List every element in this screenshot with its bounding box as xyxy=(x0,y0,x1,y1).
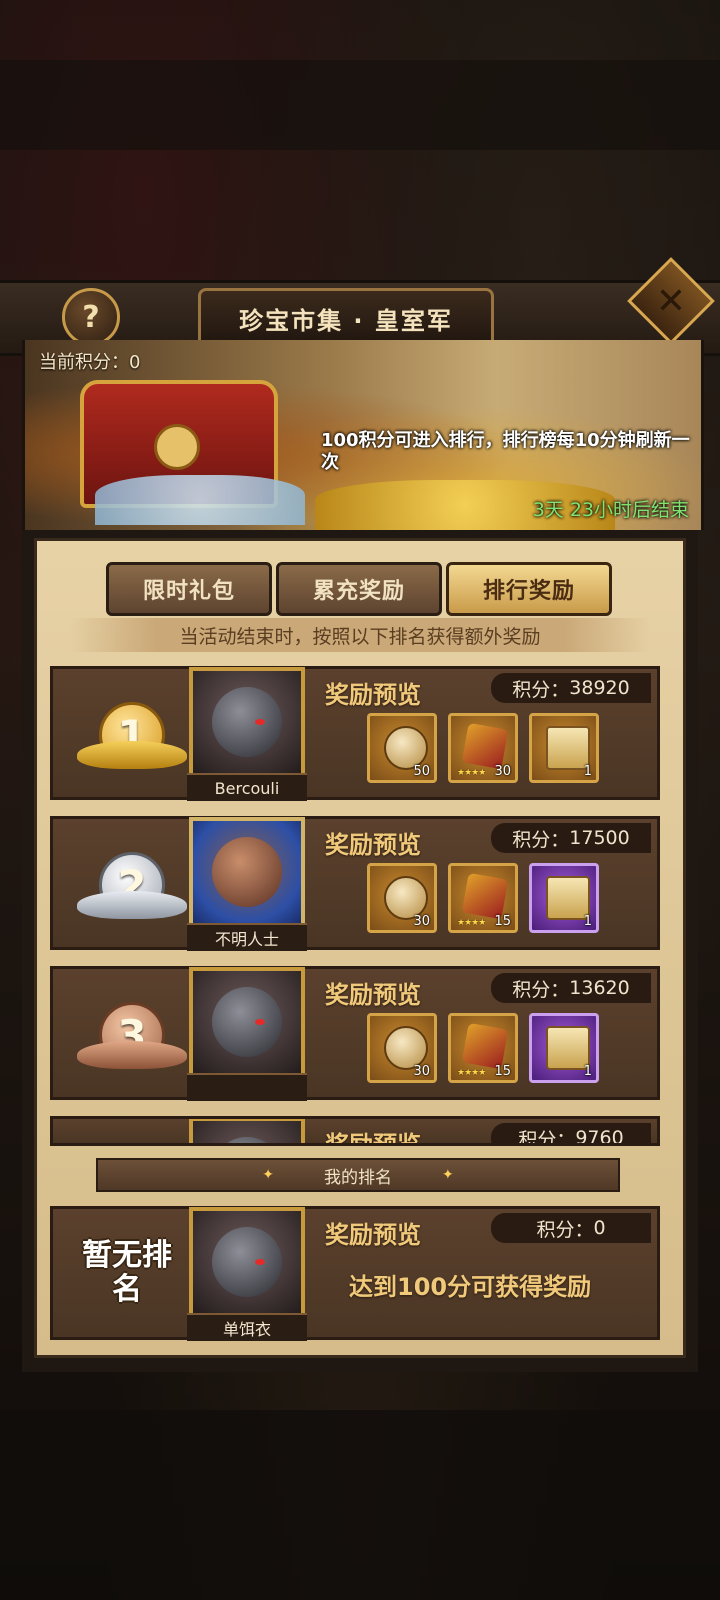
reward-requirement: 达到100分可获得奖励 xyxy=(349,1273,592,1301)
gems-pile-art xyxy=(95,475,305,525)
player-name: Bercouli xyxy=(187,773,307,801)
hero-shard-icon xyxy=(461,1022,509,1070)
score-tag: 积分： 0 xyxy=(491,1213,651,1243)
score-tag: 积分： 13620 xyxy=(491,973,651,1003)
gold-medal-icon: 1 xyxy=(77,695,187,775)
tab-ranking-reward[interactable]: 排行奖励 xyxy=(446,562,612,616)
reward-item[interactable]: 30 xyxy=(367,863,437,933)
reward-preview-label: 奖励预览 xyxy=(325,981,421,1009)
rank-row-3[interactable]: 3 奖励预览 积分： 13620 30 ★★★★ 15 1 xyxy=(50,966,660,1101)
avatar[interactable] xyxy=(189,967,305,1077)
player-name: 单饵衣 xyxy=(187,1313,307,1341)
player-name: 不明人士 xyxy=(187,923,307,951)
tab-recharge-reward[interactable]: 累充奖励 xyxy=(276,562,442,616)
reward-item[interactable]: ★★★★ 15 xyxy=(448,1013,518,1083)
no-rank-status: 暂无排名 xyxy=(82,1238,172,1307)
avatar[interactable] xyxy=(189,1207,305,1317)
reward-preview-label: 奖励预览 xyxy=(325,831,421,859)
sparkle-icon: ✦ xyxy=(262,1167,274,1183)
sparkle-icon: ✦ xyxy=(442,1167,454,1183)
ranking-rule-text: 100积分可进入排行，排行榜每10分钟刷新一次 xyxy=(321,430,690,473)
score-tag: 积分： 9760 xyxy=(491,1123,651,1143)
reward-item[interactable]: 50 xyxy=(367,713,437,783)
reward-item[interactable]: ★★★★ 15 xyxy=(448,863,518,933)
current-score: 当前积分：0 xyxy=(39,352,141,373)
score-tag: 积分： 17500 xyxy=(491,823,651,853)
rank-row-1[interactable]: 1 Bercouli 奖励预览 积分： 38920 50 ★★★★ 30 1 xyxy=(50,666,660,801)
question-icon: ? xyxy=(82,299,100,335)
bronze-medal-icon: 3 xyxy=(77,995,187,1075)
reward-preview-label: 奖励预览 xyxy=(325,1221,421,1249)
rank-row-2[interactable]: 2 不明人士 奖励预览 积分： 17500 30 ★★★★ 15 1 xyxy=(50,816,660,951)
avatar[interactable] xyxy=(189,1119,305,1143)
reward-item[interactable]: 30 xyxy=(367,1013,437,1083)
rank-row-4[interactable]: 奖励预览 积分： 9760 xyxy=(50,1116,660,1146)
reward-item[interactable]: 1 xyxy=(529,713,599,783)
avatar[interactable] xyxy=(189,667,305,777)
hero-shard-icon xyxy=(461,722,509,770)
avatar[interactable] xyxy=(189,817,305,927)
reward-preview-label: 奖励预览 xyxy=(325,1131,421,1146)
dialog-title: 珍宝市集 · 皇室军 xyxy=(198,288,494,348)
silver-medal-icon: 2 xyxy=(77,845,187,925)
score-tag: 积分： 38920 xyxy=(491,673,651,703)
my-rank-row[interactable]: 暂无排名 单饵衣 奖励预览 积分： 0 达到100分可获得奖励 xyxy=(50,1206,660,1341)
ranking-notice: 当活动结束时，按照以下排名获得额外奖励 xyxy=(70,618,650,652)
reward-item[interactable]: ★★★★ 30 xyxy=(448,713,518,783)
event-countdown: 3天 23小时后结束 xyxy=(532,499,689,521)
hero-shard-icon xyxy=(461,872,509,920)
close-icon: ✕ xyxy=(655,280,687,322)
reward-item[interactable]: 1 xyxy=(529,1013,599,1083)
event-banner: 当前积分：0 100积分可进入排行，排行榜每10分钟刷新一次 3天 23小时后结… xyxy=(22,340,704,530)
help-button[interactable]: ? xyxy=(62,288,120,346)
reward-preview-label: 奖励预览 xyxy=(325,681,421,709)
player-name xyxy=(187,1073,307,1101)
tab-limited-pack[interactable]: 限时礼包 xyxy=(106,562,272,616)
reward-item[interactable]: 1 xyxy=(529,863,599,933)
my-rank-divider: ✦ 我的排名 ✦ xyxy=(96,1158,620,1192)
